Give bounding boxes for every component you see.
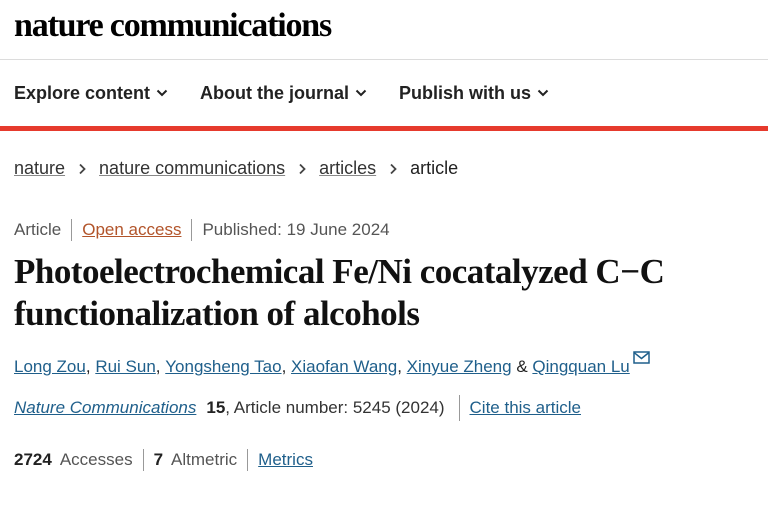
divider: [71, 219, 73, 241]
chevron-down-icon: [355, 89, 367, 97]
breadcrumb-nature[interactable]: nature: [14, 158, 65, 179]
divider: [247, 449, 249, 471]
altmetric-count: 7: [153, 450, 164, 469]
article-metrics: 2724 Accesses 7 Altmetric Metrics: [14, 449, 754, 471]
chevron-down-icon: [537, 89, 549, 97]
nav-explore-content[interactable]: Explore content: [14, 83, 168, 104]
author-link[interactable]: Yongsheng Tao: [165, 357, 281, 377]
author-conjunction: &: [516, 357, 528, 376]
author-separator: ,: [85, 357, 91, 376]
published-date: Published: 19 June 2024: [202, 220, 390, 239]
author-list: Long Zou, Rui Sun, Yongsheng Tao, Xiaofa…: [14, 351, 754, 377]
masthead: nature communications: [0, 0, 768, 60]
chevron-right-icon: [390, 163, 397, 174]
article-title: Photoelectrochemical Fe/Ni cocatalyzed C…: [14, 251, 754, 335]
article-title-line-1: Photoelectrochemical Fe/Ni cocatalyzed C…: [14, 252, 665, 291]
nav-publish-with-us[interactable]: Publish with us: [399, 83, 549, 104]
breadcrumb-current: article: [410, 158, 459, 178]
nav-about-journal-label: About the journal: [200, 82, 350, 103]
breadcrumb-articles[interactable]: articles: [319, 158, 376, 179]
chevron-right-icon: [79, 163, 86, 174]
metrics-link[interactable]: Metrics: [258, 450, 313, 470]
chevron-right-icon: [299, 163, 306, 174]
article-meta: Article Open access Published: 19 June 2…: [0, 219, 768, 241]
nav-about-journal[interactable]: About the journal: [200, 83, 367, 104]
article-title-line-2: functionalization of alcohols: [14, 294, 420, 333]
author-link[interactable]: Rui Sun: [95, 357, 155, 377]
breadcrumb: nature nature communications articles ar…: [0, 158, 768, 179]
journal-link[interactable]: Nature Communications: [14, 398, 196, 418]
journal-logo[interactable]: nature communications: [14, 8, 754, 44]
author-link[interactable]: Long Zou: [14, 357, 86, 377]
cite-this-article-link[interactable]: Cite this article: [470, 398, 581, 418]
author-link-corresponding[interactable]: Qingquan Lu: [532, 357, 629, 377]
accesses-count: 2724: [14, 450, 52, 469]
article-type: Article: [14, 220, 62, 239]
divider: [142, 449, 144, 471]
altmetric-label: Altmetric: [171, 450, 238, 469]
author-separator: ,: [155, 357, 161, 376]
article-number: , Article number: 5245 (2024): [225, 398, 445, 417]
nav-publish-with-us-label: Publish with us: [399, 82, 532, 103]
citation-row: Nature Communications 15 , Article numbe…: [14, 395, 754, 421]
volume-number: 15: [206, 398, 226, 417]
chevron-down-icon: [156, 89, 168, 97]
main-nav: Explore content About the journal Publis…: [0, 60, 768, 131]
open-access-link[interactable]: Open access: [82, 220, 181, 240]
author-separator: ,: [397, 357, 402, 376]
author-link[interactable]: Xinyue Zheng: [407, 357, 512, 377]
divider: [458, 395, 460, 421]
nav-explore-content-label: Explore content: [14, 82, 151, 103]
accesses-label: Accesses: [59, 450, 133, 469]
author-separator: ,: [281, 357, 287, 376]
author-link[interactable]: Xiaofan Wang: [291, 357, 397, 377]
divider: [191, 219, 193, 241]
envelope-icon[interactable]: [633, 351, 650, 364]
breadcrumb-nature-communications[interactable]: nature communications: [99, 158, 285, 179]
